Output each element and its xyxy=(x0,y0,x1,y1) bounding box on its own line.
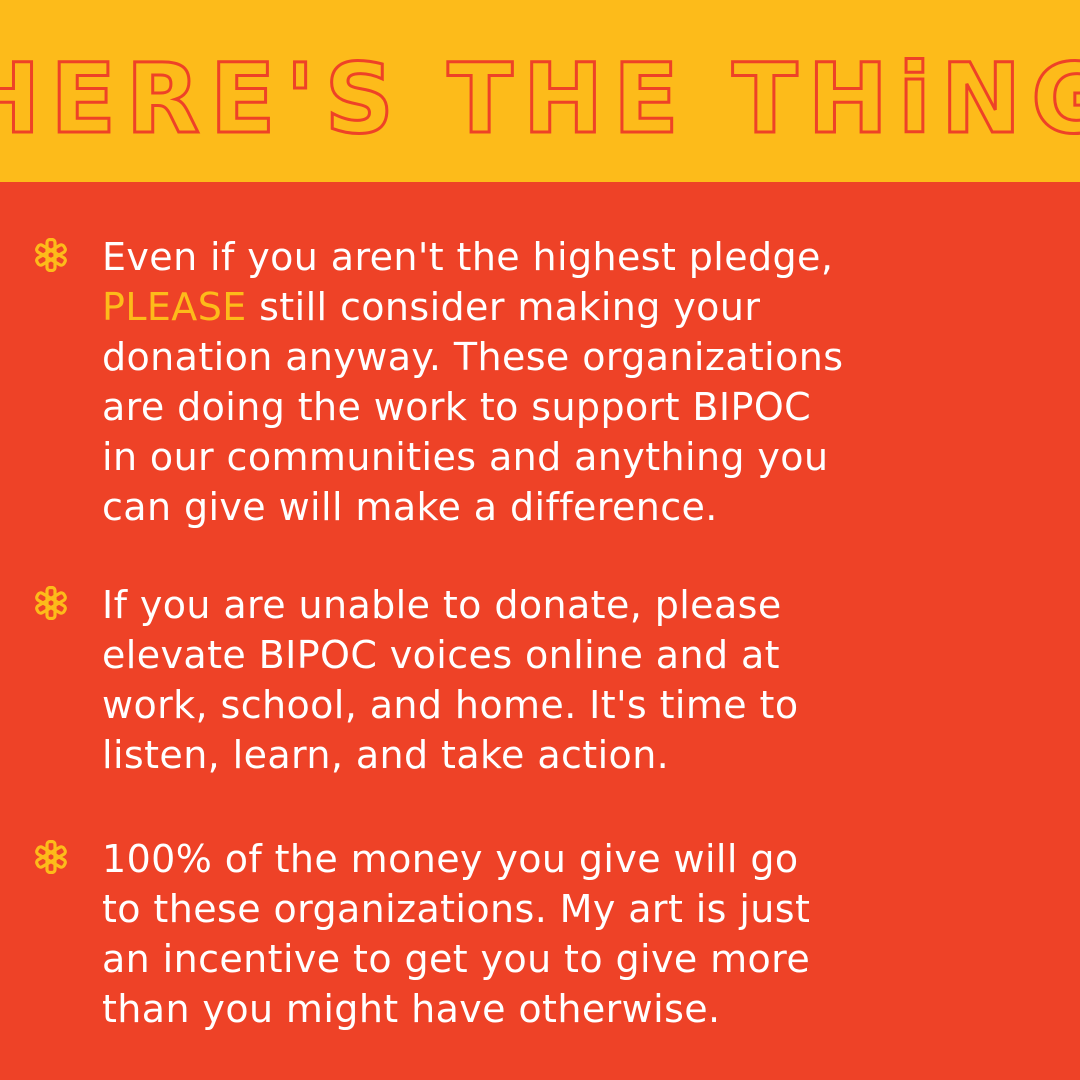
content-area: Even if you aren't the highest pledge, P… xyxy=(0,182,1080,1080)
bullet-line: in our communities and anything you xyxy=(102,435,829,479)
highlight-word: PLEASE xyxy=(102,285,247,329)
asterisk-icon xyxy=(35,840,67,874)
bullet-line: elevate BIPOC voices online and at xyxy=(102,633,780,677)
bullet-line: to these organizations. My art is just xyxy=(102,887,811,931)
bullet-line-with-highlight: PLEASE still consider making your xyxy=(102,282,1062,332)
bullet-line: Even if you aren't the highest pledge, xyxy=(102,235,834,279)
bullet-line: are doing the work to support BIPOC xyxy=(102,385,812,429)
bullet-line-rest: still consider making your xyxy=(259,285,761,329)
header-title-graphic: HERE'S THE THiNG xyxy=(0,42,1080,157)
bullet-line: listen, learn, and take action. xyxy=(102,733,670,777)
asterisk-icon xyxy=(35,238,67,272)
bullet-line: can give will make a difference. xyxy=(102,485,718,529)
bullet-line: work, school, and home. It's time to xyxy=(102,683,799,727)
bullet-text: 100% of the money you give will go to th… xyxy=(102,834,1062,1034)
header-title: HERE'S THE THiNG xyxy=(0,43,1080,155)
bullet-line: donation anyway. These organizations xyxy=(102,335,844,379)
bullet-line: 100% of the money you give will go xyxy=(102,837,799,881)
bullet-line: than you might have otherwise. xyxy=(102,987,721,1031)
bullet-text: Even if you aren't the highest pledge, P… xyxy=(102,232,1062,532)
header-banner: HERE'S THE THiNG xyxy=(0,0,1080,182)
bullet-line: If you are unable to donate, please xyxy=(102,583,782,627)
bullet-text: If you are unable to donate, please elev… xyxy=(102,580,1062,780)
asterisk-icon xyxy=(35,586,67,620)
bullet-line: an incentive to get you to give more xyxy=(102,937,811,981)
